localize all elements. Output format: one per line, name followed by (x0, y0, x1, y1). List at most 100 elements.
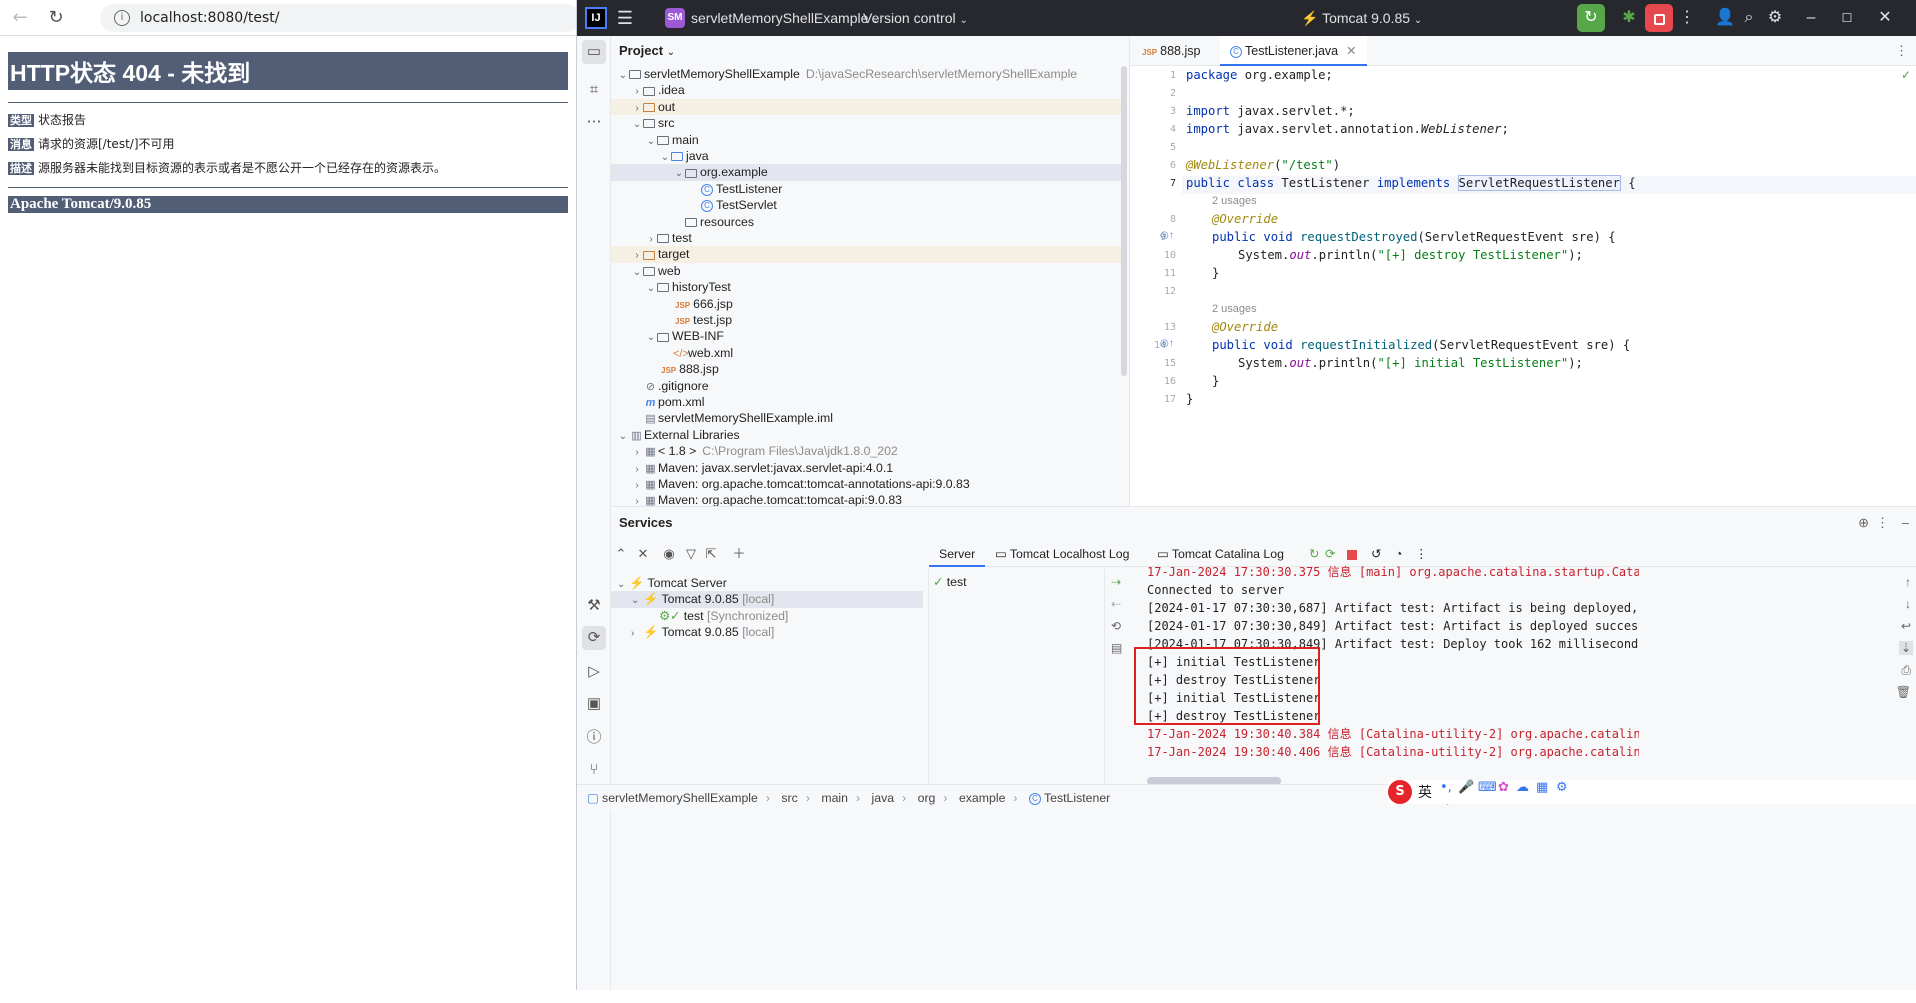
scroll-up-icon[interactable]: ↑ (1905, 575, 1911, 589)
filter-icon[interactable]: ▽ (681, 541, 701, 567)
reload-icon[interactable]: ↻ (44, 6, 68, 30)
usages-hint[interactable]: 2 usages (1212, 300, 1257, 318)
tree-item-test[interactable]: › test (611, 230, 1121, 246)
tree-item-web[interactable]: ⌄ web (611, 263, 1121, 279)
close-tab-icon[interactable]: ✕ (1346, 44, 1356, 58)
git-icon[interactable]: ⑂ (582, 758, 606, 782)
tree-item-java[interactable]: ⌄ java (611, 148, 1121, 164)
tab-server[interactable]: Server (929, 541, 986, 567)
close-icon[interactable]: ✕ (1873, 6, 1897, 30)
new-tab-icon[interactable]: ⇱ (701, 541, 721, 567)
cloud-icon[interactable]: ☁ (1516, 780, 1529, 795)
tree-item-root[interactable]: ⌄ servletMemoryShellExample D:\javaSecRese… (611, 66, 1121, 82)
code-area[interactable]: package org.example; import javax.servle… (1186, 66, 1916, 506)
tree-item-666-jsp[interactable]: JSP 666.jsp (611, 296, 1121, 312)
tree-item-888-jsp[interactable]: JSP 888.jsp (611, 361, 1121, 377)
tree-item-web-xml[interactable]: </>web.xml (611, 345, 1121, 361)
tree-item-web-inf[interactable]: ⌄ WEB-INF (611, 328, 1121, 344)
run-config-selector[interactable]: ⚡ Tomcat 9.0.85 ⌄ (1301, 0, 1422, 36)
tree-item-external-libraries[interactable]: ⌄ ▥ External Libraries (611, 427, 1121, 443)
tree-item-src[interactable]: ⌄ src (611, 115, 1121, 131)
debug-icon[interactable]: ✱ (1617, 6, 1641, 30)
hide-icon[interactable]: – (1902, 507, 1909, 539)
project-panel-header[interactable]: Project ⌄ (611, 36, 1129, 66)
tree-scrollbar[interactable] (1121, 66, 1127, 376)
skin-icon[interactable]: ✿ (1498, 780, 1509, 795)
back-arrow-icon[interactable]: ← (8, 6, 32, 30)
scroll-down-icon[interactable]: ↓ (1905, 597, 1911, 611)
log-settings-icon[interactable]: ▤ (1111, 641, 1131, 655)
tree-item-gitignore[interactable]: ⊘ .gitignore (611, 378, 1121, 394)
keyboard-icon[interactable]: ⌨ (1478, 780, 1497, 795)
problems-icon[interactable]: ⓘ (582, 726, 606, 750)
breadcrumb-item[interactable]: org (918, 791, 936, 805)
tree-item-iml[interactable]: ▤ servletMemoryShellExample.iml (611, 410, 1121, 426)
add-service-icon[interactable]: ＋ (729, 541, 749, 567)
soft-wrap-icon[interactable]: ↩ (1901, 619, 1911, 633)
more-tools-icon[interactable]: ⋯ (582, 110, 606, 134)
settings-icon[interactable]: ⚙ (1763, 6, 1787, 30)
scroll-to-end-icon[interactable]: ⇣ (1898, 641, 1913, 655)
breadcrumb-item[interactable]: TestListener (1044, 791, 1110, 805)
view-icon[interactable]: ◉ (659, 541, 679, 567)
microphone-icon[interactable]: 🎤 (1458, 780, 1474, 795)
breadcrumb-item[interactable]: main (821, 791, 848, 805)
tree-item-testlistener[interactable]: C TestListener (611, 181, 1121, 197)
terminal-icon[interactable]: ▣ (582, 692, 606, 716)
services-icon[interactable]: ⟳ (582, 626, 606, 650)
target-icon[interactable]: ⊕ (1858, 507, 1869, 539)
site-info-icon[interactable]: i (114, 10, 130, 26)
undeploy-icon[interactable]: ⇠ (1111, 597, 1131, 611)
vcs-menu[interactable]: Version control ⌄ (863, 0, 968, 36)
intellij-logo-icon[interactable]: IJ (585, 7, 607, 29)
deployment-item[interactable]: ✓ test (933, 575, 967, 589)
refresh-icon[interactable]: ⟲ (1111, 619, 1131, 633)
tab-localhost-log[interactable]: ▭ Tomcat Localhost Log (985, 541, 1139, 567)
tree-item-target[interactable]: › target (611, 246, 1121, 263)
tomcat-instance[interactable]: › ⚡ Tomcat 9.0.85 [local] (611, 624, 923, 640)
tree-item-idea[interactable]: › .idea (611, 82, 1121, 98)
stop-icon[interactable] (1645, 4, 1673, 32)
deploy-icon[interactable]: ⇢ (1111, 575, 1131, 589)
tree-item-out[interactable]: › out (611, 98, 1121, 116)
search-icon[interactable]: ⌕ (1737, 6, 1761, 30)
implements-gutter-icon[interactable]: ◎↑ (1160, 230, 1174, 241)
tomcat-instance-running[interactable]: ⌄ ⚡ Tomcat 9.0.85 [local] (611, 591, 923, 608)
project-switcher[interactable]: servletMemoryShellExample ⌄ (691, 0, 881, 36)
tree-item-testservlet[interactable]: C TestServlet (611, 197, 1121, 213)
tomcat-server-group[interactable]: ⌄ ⚡ Tomcat Server (611, 575, 923, 591)
breadcrumb-item[interactable]: src (781, 791, 797, 805)
deployment-test[interactable]: ⚙✓ test [Synchronized] (611, 608, 923, 624)
ime-settings-icon[interactable]: ⚙ (1556, 780, 1568, 795)
expand-all-icon[interactable]: ⌃ (611, 541, 631, 567)
check-icon[interactable]: ✓ (1901, 68, 1911, 82)
ime-language[interactable]: 英 (1418, 782, 1432, 802)
tree-item-test-jsp[interactable]: JSP test.jsp (611, 312, 1121, 328)
tab-testlistener-java[interactable]: C TestListener.java ✕ (1220, 36, 1367, 66)
punctuation-icon[interactable]: •, (1440, 780, 1452, 795)
add-user-icon[interactable]: 👤 (1713, 6, 1737, 30)
tree-item-lib[interactable]: › ▦ Maven: javax.servlet:javax.servlet-api… (611, 460, 1121, 476)
more-icon[interactable]: ⋮ (1895, 36, 1908, 66)
tree-item-jdk[interactable]: › ▦ < 1.8 > C:\Program Files\Java\jdk1.8.0_… (611, 443, 1121, 459)
tab-888-jsp[interactable]: JSP 888.jsp (1132, 36, 1210, 66)
breadcrumb-item[interactable]: servletMemoryShellExample (602, 791, 758, 805)
tree-item-resources[interactable]: resources (611, 214, 1121, 230)
project-badge[interactable]: SM (665, 8, 685, 28)
structure-icon[interactable]: ⌗ (582, 78, 606, 102)
breadcrumb-item[interactable]: example (959, 791, 1005, 805)
rerun-icon[interactable]: ↻ (1577, 4, 1605, 32)
main-menu-icon[interactable]: ☰ (613, 6, 637, 30)
build-icon[interactable]: ⚒ (582, 594, 606, 618)
breadcrumb-item[interactable]: java (872, 791, 895, 805)
sogou-logo-icon[interactable]: S (1388, 780, 1412, 804)
print-icon[interactable]: ⎙ (1901, 663, 1911, 678)
more-icon[interactable]: ⋮ (1876, 507, 1889, 539)
maximize-icon[interactable]: ☐ (1835, 6, 1859, 30)
tree-item-main[interactable]: ⌄ main (611, 132, 1121, 148)
run-icon[interactable]: ▷ (582, 660, 606, 684)
minimize-icon[interactable]: – (1799, 6, 1823, 30)
tree-item-org-example[interactable]: ⌄ org.example (611, 164, 1121, 181)
address-bar[interactable]: localhost:8080/test/ (100, 4, 580, 32)
implements-gutter-icon[interactable]: ◎↑ (1160, 338, 1174, 349)
